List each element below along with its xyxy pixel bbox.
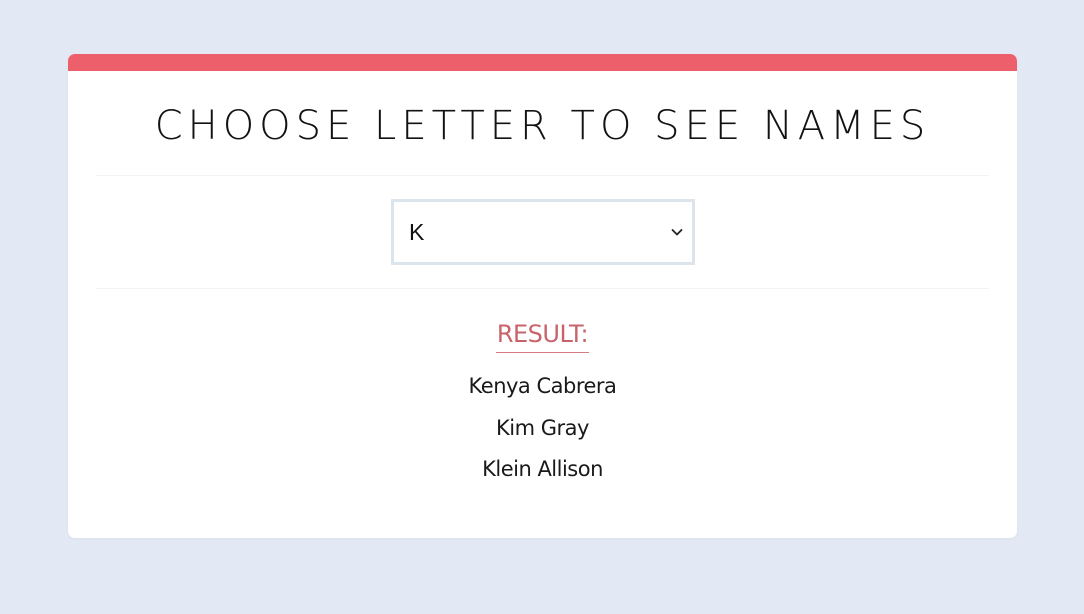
letter-select-value: K: [409, 219, 425, 245]
result-heading: RESULT:: [68, 318, 1017, 353]
names-card: CHOOSE LETTER TO SEE NAMES K RESULT: Ken…: [68, 54, 1017, 538]
card-accent-bar: [68, 54, 1017, 71]
list-item: Kim Gray: [496, 415, 589, 440]
chevron-down-icon: [671, 229, 683, 236]
result-label: RESULT:: [495, 318, 590, 353]
list-item: Klein Allison: [482, 457, 603, 481]
list-item: Kenya Cabrera: [468, 374, 617, 398]
divider-top: [96, 175, 989, 176]
names-list: Kenya Cabrera Kim Gray Klein Allison: [68, 370, 1017, 495]
page-title: CHOOSE LETTER TO SEE NAMES: [154, 103, 931, 149]
letter-select[interactable]: K: [391, 199, 695, 265]
divider-bottom: [96, 288, 989, 289]
